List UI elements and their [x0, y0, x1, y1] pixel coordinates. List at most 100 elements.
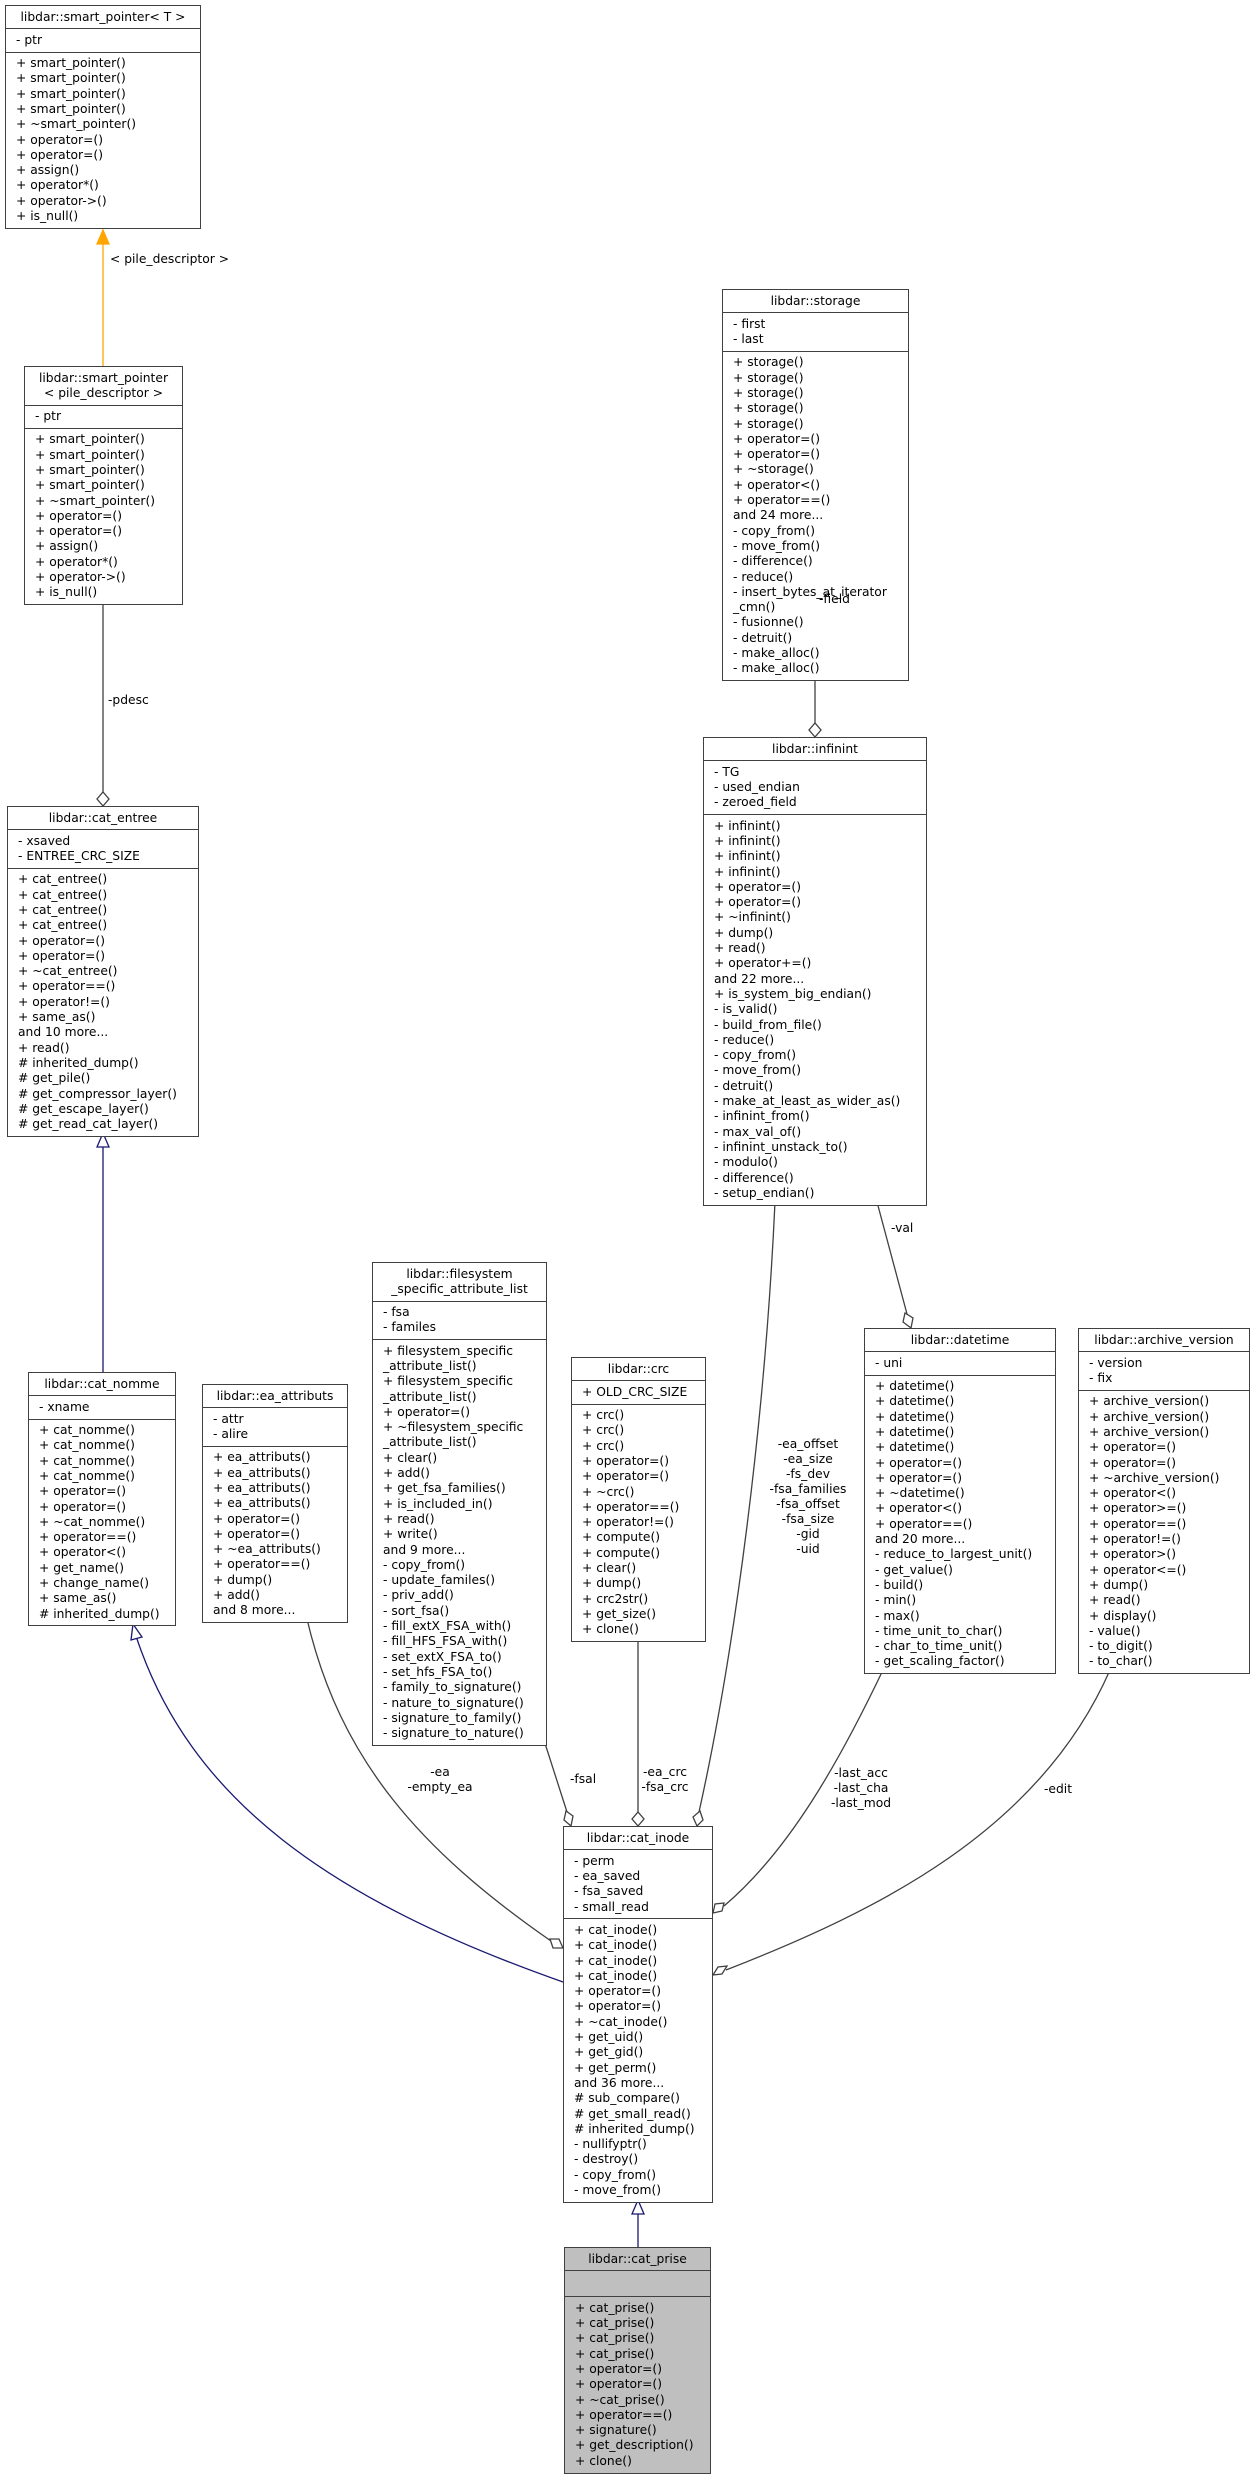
- class-box-cat-nomme[interactable]: libdar::cat_nomme - xname + cat_nomme() + c…: [28, 1372, 176, 1627]
- method: + clone(): [575, 2453, 632, 2468]
- method: and 10 more...: [18, 1025, 109, 1040]
- method: + operator==(): [18, 979, 116, 994]
- edge-label-pdesc: -pdesc: [108, 693, 149, 708]
- class-box-smart-pointer-pile[interactable]: libdar::smart_pointer < pile_descriptor >…: [24, 366, 183, 606]
- attribute-list: - xsaved - ENTREE_CRC_SIZE: [8, 829, 198, 868]
- edge-label-datetime: -last_acc -last_cha -last_mod: [826, 1766, 896, 1811]
- method: - difference(): [714, 1170, 794, 1185]
- method: + add(): [383, 1466, 430, 1481]
- method: # get_read_cat_layer(): [18, 1117, 159, 1132]
- method: + assign(): [35, 539, 99, 554]
- method: - fusionne(): [733, 615, 804, 630]
- label-line: -ea_crc: [643, 1765, 687, 1779]
- class-name: libdar::cat_nomme: [29, 1373, 175, 1395]
- class-box-smart-pointer-T[interactable]: libdar::smart_pointer< T > - ptr + smart_p…: [5, 5, 201, 229]
- class-box-cat-entree[interactable]: libdar::cat_entree- xsaved - ENTREE_CRC_S…: [7, 806, 199, 1137]
- method: - copy_from(): [383, 1557, 466, 1572]
- method: - max(): [875, 1608, 920, 1623]
- class-name: libdar::cat_entree: [8, 807, 198, 829]
- class-box-crc[interactable]: libdar::crc + OLD_CRC_SIZE + crc() + crc() +…: [571, 1357, 706, 1643]
- method: + cat_prise(): [575, 2331, 655, 2346]
- method: + operator=(): [35, 524, 122, 539]
- label-line: -fsa_offset: [776, 1497, 840, 1511]
- method: + ~smart_pointer(): [16, 117, 137, 132]
- method: - nature_to_signature(): [383, 1695, 524, 1710]
- class-name: libdar::filesystem _specific_attribute_li…: [373, 1263, 546, 1301]
- class-name-line: libdar::infinint: [772, 741, 858, 756]
- method: - build_from_file(): [714, 1017, 822, 1032]
- label-line: -empty_ea: [407, 1780, 473, 1794]
- method: + operator=(): [1089, 1440, 1176, 1455]
- method: + datetime(): [875, 1409, 955, 1424]
- label-line: -last_acc: [834, 1766, 888, 1780]
- method: + get_description(): [575, 2438, 694, 2453]
- method: - to_digit(): [1089, 1639, 1153, 1654]
- method: + cat_inode(): [574, 1938, 658, 1953]
- method: + ~infinint(): [714, 910, 791, 925]
- method-list: + cat_entree() + cat_entree() + cat_entree…: [8, 867, 198, 1136]
- method: + operator=(): [18, 948, 105, 963]
- method: + operator<(): [1089, 1486, 1176, 1501]
- label-line: -fs_dev: [786, 1467, 830, 1481]
- method: + crc(): [582, 1423, 625, 1438]
- class-box-cat-prise[interactable]: libdar::cat_prise + cat_prise() + cat_pris…: [564, 2247, 711, 2474]
- label-line: -field: [819, 592, 850, 606]
- class-box-ea-attributs[interactable]: libdar::ea_attributs - attr - alire + ea_at…: [202, 1384, 348, 1624]
- method: - update_familes(): [383, 1573, 496, 1588]
- method: # inherited_dump(): [18, 1055, 139, 1070]
- method: + operator==(): [575, 2407, 673, 2422]
- method: + operator=(): [1089, 1455, 1176, 1470]
- attribute-list: - version - fix: [1079, 1351, 1249, 1390]
- class-name-line: libdar::ea_attributs: [216, 1388, 334, 1403]
- method: + cat_inode(): [574, 1922, 658, 1937]
- method: + operator=(): [213, 1526, 300, 1541]
- method: + storage(): [733, 401, 804, 416]
- method: + storage(): [733, 355, 804, 370]
- method: + cat_inode(): [574, 1968, 658, 1983]
- method: + operator=(): [714, 879, 801, 894]
- attribute: - zeroed_field: [714, 795, 797, 810]
- method: # inherited_dump(): [574, 2121, 695, 2136]
- attribute: - TG: [714, 764, 740, 779]
- class-name-line: libdar::cat_inode: [586, 1830, 690, 1845]
- method: + crc2str(): [582, 1591, 649, 1606]
- label-line: -fsa_crc: [641, 1780, 689, 1794]
- attribute-list: [565, 2270, 710, 2296]
- method: + cat_nomme(): [39, 1453, 135, 1468]
- attribute: - version: [1089, 1355, 1143, 1370]
- method: - build(): [875, 1577, 924, 1592]
- label-line: -val: [891, 1221, 914, 1235]
- edge-label-field: -field: [819, 592, 850, 607]
- method: + operator!=(): [582, 1515, 674, 1530]
- class-name-line: libdar::cat_entree: [48, 810, 158, 825]
- class-box-infinint[interactable]: libdar::infinint - TG - used_endian - zeroe…: [703, 737, 927, 1206]
- method: + dump(): [213, 1572, 273, 1587]
- class-box-datetime[interactable]: libdar::datetime - uni + datetime() + datet…: [864, 1328, 1056, 1675]
- class-box-storage[interactable]: libdar::storage - first - last + storage() +…: [722, 289, 909, 682]
- attribute-list: - xname: [29, 1395, 175, 1418]
- method: - make_alloc(): [733, 661, 820, 676]
- method: + display(): [1089, 1608, 1157, 1623]
- method: + datetime(): [875, 1424, 955, 1439]
- method: and 24 more...: [733, 508, 824, 523]
- method: + filesystem_specific: [383, 1343, 514, 1358]
- method: - copy_from(): [714, 1048, 797, 1063]
- class-box-archive-version[interactable]: libdar::archive_version - version - fix + a…: [1078, 1328, 1250, 1675]
- method: + operator=(): [16, 132, 103, 147]
- edge-label-infinint-fields: -ea_offset -ea_size -fs_dev -fsa_families -f…: [760, 1437, 856, 1557]
- class-box-cat-inode[interactable]: libdar::cat_inode - perm - ea_saved - fsa_s…: [563, 1826, 713, 2203]
- method: + cat_prise(): [575, 2300, 655, 2315]
- method: - char_to_time_unit(): [875, 1639, 1003, 1654]
- method: + operator==(): [39, 1530, 137, 1545]
- filled-arrow-icon: [96, 228, 110, 245]
- class-name-line: libdar::crc: [607, 1361, 670, 1376]
- class-name: libdar::storage: [723, 290, 908, 312]
- method: + operator<(): [875, 1501, 962, 1516]
- method: - infinint_unstack_to(): [714, 1139, 848, 1154]
- method: + operator=(): [574, 1984, 661, 1999]
- method: - move_from(): [733, 538, 821, 553]
- attribute: - perm: [574, 1853, 615, 1868]
- method: + dump(): [714, 925, 774, 940]
- method: - get_scaling_factor(): [875, 1654, 1005, 1669]
- class-box-filesystem-specific-attribute-list[interactable]: libdar::filesystem _specific_attribute_li…: [372, 1262, 547, 1746]
